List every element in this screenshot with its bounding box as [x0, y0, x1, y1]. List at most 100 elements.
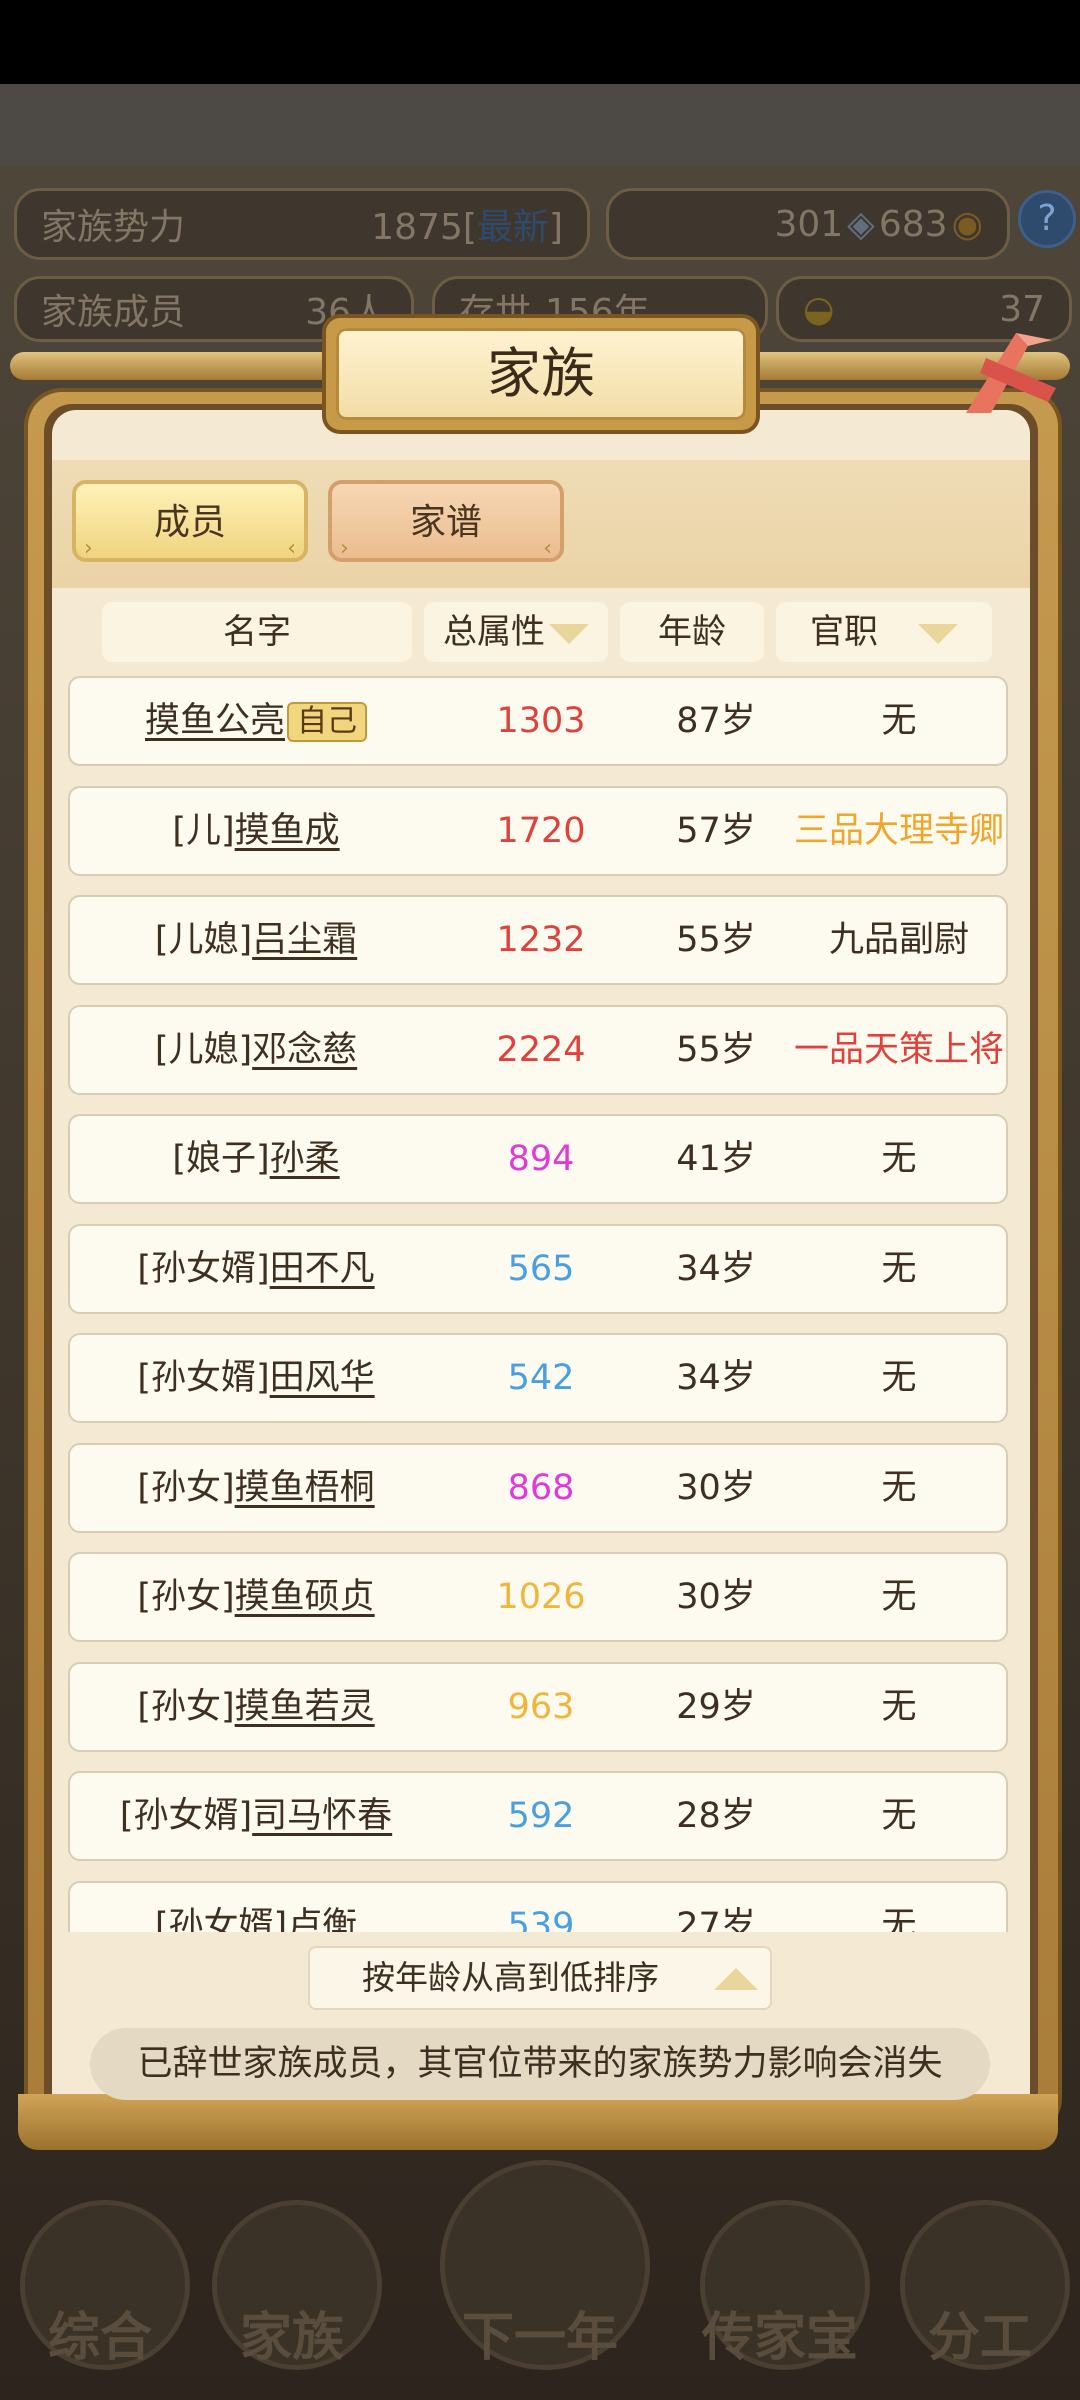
- total-attr-value: 894: [507, 1139, 575, 1179]
- member-row[interactable]: [娘子]孙柔 894 41岁 无: [68, 1114, 1008, 1204]
- age-value: 34岁: [676, 1248, 756, 1289]
- header-official-post[interactable]: 官职: [776, 602, 992, 662]
- age-value: 34岁: [676, 1358, 756, 1398]
- member-name[interactable]: 摸鱼硕贞: [235, 1577, 375, 1617]
- member-name-cell: [孙女]摸鱼梧桐: [70, 1445, 442, 1531]
- relation-label: [孙女]: [137, 1467, 235, 1508]
- total-attr-value: 868: [507, 1467, 575, 1508]
- member-row[interactable]: [儿]摸鱼成 1720 57岁 三品大理寺卿: [68, 785, 1008, 876]
- total-attr-value: 963: [507, 1686, 575, 1727]
- relation-label: [孙女婿]: [154, 1905, 288, 1933]
- official-post-value: 无: [881, 1796, 917, 1836]
- self-badge: 自己: [287, 702, 367, 742]
- total-attr-value: 1232: [496, 920, 586, 960]
- relation-label: [娘子]: [172, 1139, 270, 1179]
- tab-genealogy[interactable]: › 家谱 ‹: [328, 480, 564, 562]
- member-name[interactable]: 摸鱼成: [235, 811, 340, 851]
- header-name: 名字: [102, 602, 412, 662]
- total-attr-value: 1303: [496, 701, 586, 741]
- age-value: 30岁: [676, 1577, 756, 1617]
- nav-overview[interactable]: 综合: [10, 2160, 190, 2380]
- member-name[interactable]: 田不凡: [270, 1249, 375, 1289]
- silver-icon: ◈: [847, 203, 875, 245]
- family-power-label: 家族势力: [41, 207, 186, 248]
- official-post-value: 无: [881, 1467, 917, 1508]
- age-value: 87岁: [676, 701, 756, 741]
- total-attr-value: 539: [507, 1905, 575, 1933]
- member-name[interactable]: 摸鱼公亮: [145, 701, 285, 741]
- family-power-panel: 家族势力 1875[最新]: [14, 188, 590, 260]
- silver-count: 301: [774, 203, 844, 245]
- relation-label: [孙女]: [137, 1686, 235, 1727]
- filter-down-icon: [918, 623, 958, 644]
- copper-count: 683: [878, 203, 948, 245]
- relation-label: [孙女]: [137, 1577, 235, 1617]
- member-name[interactable]: 卢衡: [287, 1906, 357, 1933]
- total-attr-value: 542: [507, 1358, 575, 1398]
- official-post-value: 无: [881, 1905, 917, 1933]
- relation-label: [儿]: [172, 810, 235, 851]
- member-name-cell: [儿媳]吕尘霜: [70, 897, 442, 983]
- age-value: 55岁: [676, 1029, 756, 1070]
- gold-ingot-icon: ◒: [803, 288, 835, 330]
- official-post-value: 无: [881, 1577, 917, 1617]
- member-name[interactable]: 田风华: [270, 1358, 375, 1398]
- total-attr-value: 592: [507, 1796, 575, 1836]
- dialog-bottom-trim: [18, 2094, 1058, 2150]
- member-row[interactable]: [孙女婿]司马怀春 592 28岁 无: [68, 1771, 1008, 1861]
- official-post-value: 无: [881, 1139, 917, 1179]
- help-icon[interactable]: ?: [1018, 190, 1076, 248]
- member-name[interactable]: 摸鱼若灵: [235, 1687, 375, 1727]
- dialog-title: 家族: [487, 342, 595, 405]
- member-row[interactable]: [孙女婿]卢衡 539 27岁 无: [68, 1880, 1008, 1933]
- member-row[interactable]: [儿媳]邓念慈 2224 55岁 一品天策上将: [68, 1004, 1008, 1095]
- family-members-label: 家族成员: [41, 292, 186, 333]
- nav-next-year[interactable]: 下一年: [420, 2160, 660, 2380]
- total-attr-value: 565: [507, 1248, 575, 1289]
- nav-division[interactable]: 分工: [890, 2160, 1070, 2380]
- official-post-value: 无: [881, 701, 917, 741]
- official-post-value: 九品副尉: [828, 920, 969, 960]
- top-banner: [0, 84, 1080, 166]
- sort-up-icon: [714, 1968, 758, 1990]
- member-name[interactable]: 吕尘霜: [252, 920, 357, 960]
- official-post-value: 无: [881, 1686, 917, 1727]
- member-row[interactable]: 摸鱼公亮 自己 1303 87岁 无: [68, 676, 1008, 766]
- official-post-value: 一品天策上将: [793, 1029, 1004, 1070]
- notice-banner: 已辞世家族成员，其官位带来的家族势力影响会消失: [90, 2028, 990, 2100]
- total-attr-value: 1720: [496, 810, 586, 851]
- member-row[interactable]: [孙女婿]田不凡 565 34岁 无: [68, 1223, 1008, 1314]
- member-name-cell: [孙女]摸鱼硕贞: [70, 1554, 442, 1640]
- currency-panel: 301 ◈ 683 ◉: [606, 188, 1010, 260]
- member-row[interactable]: [孙女婿]田风华 542 34岁 无: [68, 1333, 1008, 1423]
- member-name-cell: [孙女婿]田风华: [70, 1335, 442, 1421]
- member-row[interactable]: [孙女]摸鱼硕贞 1026 30岁 无: [68, 1552, 1008, 1642]
- member-name-cell: [孙女]摸鱼若灵: [70, 1664, 442, 1750]
- member-name[interactable]: 邓念慈: [252, 1030, 357, 1070]
- age-value: 41岁: [676, 1139, 756, 1179]
- member-name[interactable]: 摸鱼梧桐: [235, 1468, 375, 1508]
- sort-toggle-button[interactable]: 按年龄从高到低排序: [308, 1946, 772, 2010]
- member-name-cell: [孙女婿]司马怀春: [70, 1773, 442, 1859]
- relation-label: [孙女婿]: [119, 1796, 253, 1836]
- sort-down-icon: [549, 623, 589, 644]
- header-total-attr[interactable]: 总属性: [424, 602, 608, 662]
- nav-heirloom[interactable]: 传家宝: [690, 2160, 870, 2380]
- member-row[interactable]: [孙女]摸鱼梧桐 868 30岁 无: [68, 1442, 1008, 1533]
- age-value: 55岁: [676, 920, 756, 960]
- official-post-value: 无: [881, 1358, 917, 1398]
- member-list[interactable]: 摸鱼公亮 自己 1303 87岁无 [儿]摸鱼成 1720 57岁 三品大理寺卿 [儿媳]吕尘霜…: [68, 676, 1008, 1932]
- close-icon: [966, 333, 1056, 413]
- close-button[interactable]: [956, 318, 1066, 428]
- official-post-value: 三品大理寺卿: [793, 810, 1004, 851]
- nav-family[interactable]: 家族: [202, 2160, 382, 2380]
- member-name[interactable]: 司马怀春: [252, 1796, 392, 1836]
- relation-label: [孙女婿]: [137, 1358, 270, 1398]
- age-value: 29岁: [676, 1686, 756, 1727]
- member-name-cell: [孙女婿]卢衡: [70, 1883, 442, 1933]
- header-age: 年龄: [620, 602, 764, 662]
- tab-members[interactable]: › 成员 ‹: [72, 480, 308, 562]
- member-row[interactable]: [儿媳]吕尘霜 1232 55岁 九品副尉: [68, 895, 1008, 985]
- member-row[interactable]: [孙女]摸鱼若灵 963 29岁 无: [68, 1661, 1008, 1752]
- member-name[interactable]: 孙柔: [270, 1139, 340, 1179]
